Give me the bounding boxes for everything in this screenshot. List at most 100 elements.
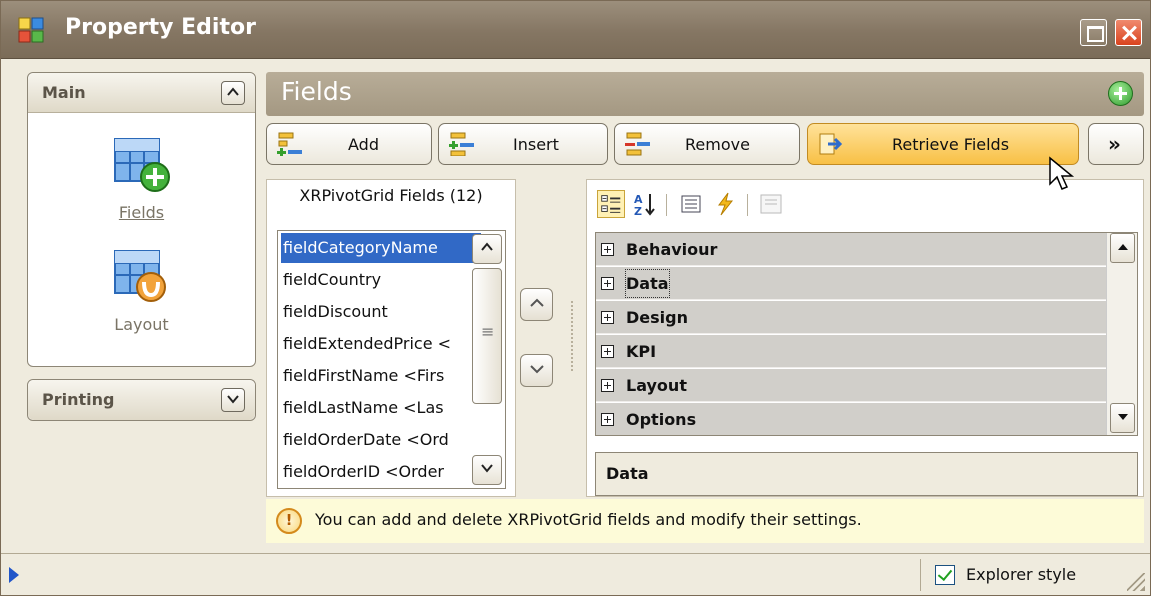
nav-item-layout-label: Layout	[114, 315, 169, 334]
insert-button-label: Insert	[513, 135, 559, 154]
nav-item-fields[interactable]: Fields	[28, 135, 255, 222]
triangle-up-icon	[1117, 244, 1128, 250]
close-button[interactable]	[1115, 19, 1142, 46]
status-divider	[920, 559, 921, 591]
category-label: Layout	[626, 376, 687, 395]
explorer-style-checkbox[interactable]	[935, 565, 955, 585]
list-item[interactable]: fieldFirstName <Firs	[281, 361, 481, 391]
chevron-up-icon	[481, 242, 493, 251]
collapse-main-button[interactable]	[221, 81, 245, 105]
list-item[interactable]: fieldExtendedPrice <	[281, 329, 481, 359]
nav-item-fields-label: Fields	[118, 203, 165, 222]
expand-icon[interactable]	[601, 413, 614, 426]
maximize-button[interactable]	[1080, 19, 1107, 46]
title-bar: Property Editor	[1, 1, 1150, 59]
category-label: Design	[626, 308, 688, 327]
fields-grid-add-icon	[113, 138, 170, 192]
property-grid-scrollbar[interactable]	[1106, 233, 1137, 435]
svg-text:Z: Z	[634, 205, 642, 218]
category-label: Options	[626, 410, 697, 429]
category-row[interactable]: Layout	[596, 369, 1106, 402]
property-description-panel: Data	[595, 452, 1138, 496]
chevron-down-icon	[481, 464, 493, 473]
nav-group-printing-header[interactable]: Printing	[28, 380, 255, 420]
scroll-down-button[interactable]	[472, 455, 502, 485]
resize-grip-icon[interactable]	[1127, 573, 1145, 591]
play-arrow-icon[interactable]	[9, 567, 19, 583]
category-row[interactable]: Options	[596, 403, 1106, 435]
insert-field-icon	[449, 132, 474, 156]
toolbar-separator	[747, 194, 748, 216]
retrieve-fields-button-label: Retrieve Fields	[892, 135, 1010, 154]
info-hint-icon: !	[276, 508, 302, 534]
hint-bar: ! You can add and delete XRPivotGrid fie…	[266, 499, 1144, 543]
chevron-up-icon	[529, 298, 544, 307]
expand-icon[interactable]	[601, 311, 614, 324]
category-label: Data	[623, 267, 672, 300]
property-editor-icon	[18, 17, 44, 43]
fields-panel-header: Fields	[266, 72, 1144, 116]
list-item[interactable]: fieldLastName <Las	[281, 393, 481, 423]
property-editor-window: Property Editor Main Fields Layout Print…	[0, 0, 1151, 596]
fields-listbox[interactable]: fieldCategoryName fieldCountry fieldDisc…	[277, 230, 506, 489]
add-button[interactable]: Add	[266, 123, 432, 165]
chevron-down-icon	[529, 365, 544, 374]
move-down-button[interactable]	[520, 354, 553, 387]
remove-button[interactable]: Remove	[614, 123, 800, 165]
category-row[interactable]: KPI	[596, 335, 1106, 368]
nav-group-printing-title: Printing	[42, 390, 115, 409]
list-item[interactable]: fieldCountry	[281, 265, 481, 295]
scroll-down-button[interactable]	[1110, 403, 1135, 433]
fields-panel-title: Fields	[281, 77, 352, 106]
list-item[interactable]: fieldOrderDate <Ord	[281, 425, 481, 455]
scroll-up-button[interactable]	[1110, 233, 1135, 263]
fields-list-panel: XRPivotGrid Fields (12) fieldCategoryNam…	[266, 179, 516, 497]
chevron-down-icon	[227, 395, 239, 404]
mouse-cursor-icon	[1049, 156, 1075, 190]
property-description-title: Data	[606, 464, 649, 483]
category-row[interactable]: Data	[596, 267, 1106, 300]
categorized-icon[interactable]	[597, 190, 625, 218]
move-up-button[interactable]	[520, 288, 553, 321]
property-grid: A Z Behaviour Data Design KPI Layout Opt…	[586, 179, 1144, 497]
scroll-thumb[interactable]	[472, 268, 502, 404]
category-row[interactable]: Design	[596, 301, 1106, 334]
list-item[interactable]: fieldCategoryName	[281, 233, 481, 263]
nav-group-main-header[interactable]: Main	[28, 73, 255, 113]
more-button[interactable]: »	[1088, 123, 1144, 165]
add-field-icon	[277, 132, 302, 156]
events-lightning-icon[interactable]	[711, 190, 739, 218]
expand-printing-button[interactable]	[221, 388, 245, 412]
add-circle-icon	[1108, 81, 1133, 106]
properties-icon[interactable]	[677, 190, 705, 218]
expand-icon[interactable]	[601, 243, 614, 256]
remove-button-label: Remove	[685, 135, 750, 154]
retrieve-fields-button[interactable]: Retrieve Fields	[807, 123, 1079, 165]
layout-grid-icon	[113, 250, 166, 302]
toolbar-separator	[666, 194, 667, 216]
insert-button[interactable]: Insert	[438, 123, 608, 165]
nav-group-main-title: Main	[42, 83, 86, 102]
nav-group-printing: Printing	[27, 379, 256, 421]
nav-item-layout[interactable]: Layout	[28, 247, 255, 334]
explorer-style-label[interactable]: Explorer style	[966, 565, 1076, 584]
expand-icon[interactable]	[601, 345, 614, 358]
splitter[interactable]	[571, 301, 573, 371]
remove-field-icon	[625, 132, 650, 156]
retrieve-fields-icon	[819, 133, 843, 155]
window-title: Property Editor	[65, 15, 256, 40]
list-item[interactable]: fieldDiscount	[281, 297, 481, 327]
property-pages-icon[interactable]	[757, 190, 785, 218]
list-item[interactable]: fieldOrderID <Order	[281, 457, 481, 487]
expand-icon[interactable]	[601, 379, 614, 392]
sort-alphabetical-icon[interactable]: A Z	[631, 190, 659, 218]
add-button-label: Add	[348, 135, 379, 154]
expand-icon[interactable]	[601, 277, 614, 290]
fields-list-caption: XRPivotGrid Fields (12)	[299, 186, 483, 205]
category-row[interactable]: Behaviour	[596, 233, 1106, 266]
scroll-up-button[interactable]	[472, 234, 502, 264]
category-label: KPI	[626, 342, 657, 361]
more-button-label: »	[1108, 132, 1121, 156]
status-bar: Explorer style	[1, 553, 1150, 595]
fields-list-scrollbar[interactable]	[472, 234, 502, 485]
